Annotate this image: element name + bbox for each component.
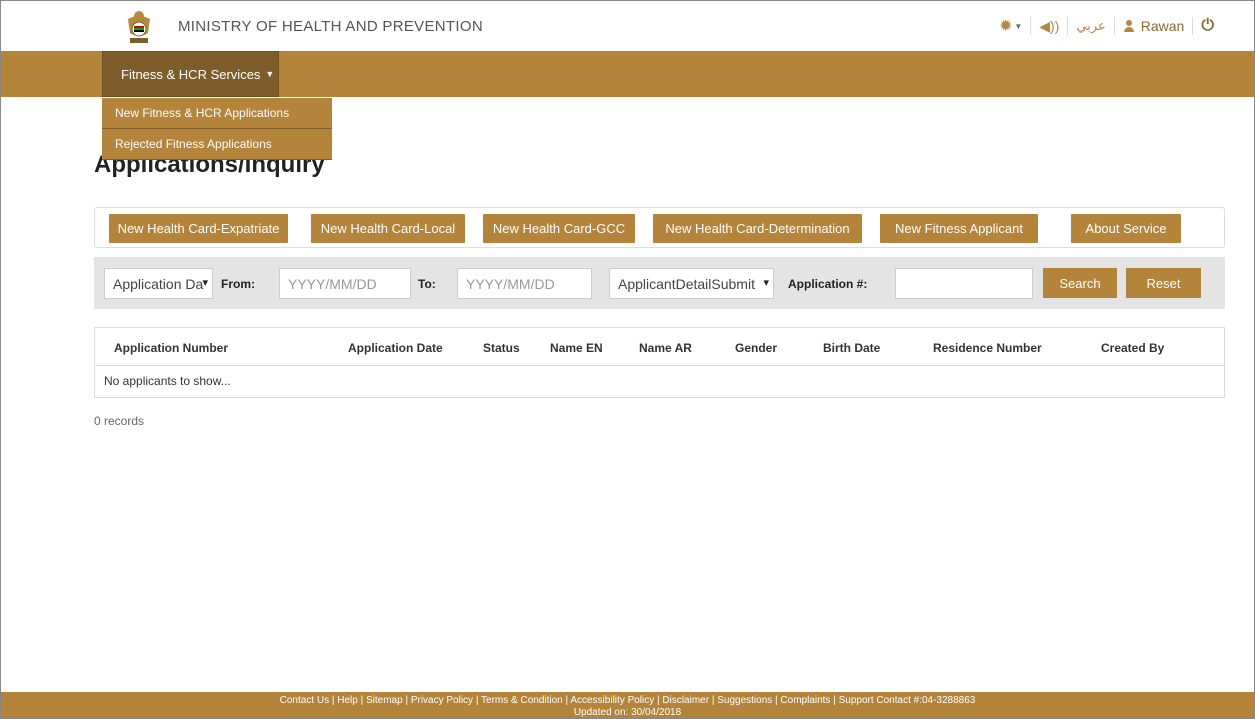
column-gender[interactable]: Gender xyxy=(735,341,777,355)
new-health-card-determination-button[interactable]: New Health Card-Determination xyxy=(653,214,862,243)
services-dropdown: New Fitness & HCR Applications Rejected … xyxy=(102,98,332,160)
column-created-by[interactable]: Created By xyxy=(1101,341,1164,355)
divider xyxy=(1030,17,1032,35)
date-type-value: Application Da xyxy=(113,275,204,292)
footer-links[interactable]: Contact Us | Help | Sitemap | Privacy Po… xyxy=(1,695,1254,706)
application-number-input[interactable] xyxy=(895,268,1033,299)
records-count: 0 records xyxy=(94,414,145,428)
footer: Contact Us | Help | Sitemap | Privacy Po… xyxy=(1,692,1254,718)
empty-table-message: No applicants to show... xyxy=(104,374,231,388)
column-application-date[interactable]: Application Date xyxy=(348,341,443,355)
to-label: To: xyxy=(418,277,436,291)
main-navbar: Fitness & HCR Services ▼ xyxy=(1,51,1254,97)
caret-down-icon: ▼ xyxy=(1014,21,1023,31)
fitness-hcr-services-menu[interactable]: Fitness & HCR Services ▼ xyxy=(102,51,279,97)
top-header: MINISTRY OF HEALTH AND PREVENTION ✹ ▼ ◀)… xyxy=(1,1,1254,51)
from-label: From: xyxy=(221,277,255,291)
power-icon[interactable]: ⏻ xyxy=(1201,17,1214,35)
divider xyxy=(1113,17,1115,35)
date-type-select[interactable]: Application Da xyxy=(104,268,213,299)
column-name-en[interactable]: Name EN xyxy=(550,341,603,355)
uae-emblem-logo xyxy=(128,11,150,43)
column-residence-number[interactable]: Residence Number xyxy=(933,341,1042,355)
table-header: Application Number Application Date Stat… xyxy=(95,328,1224,366)
menu-label: Fitness & HCR Services xyxy=(121,66,261,82)
ministry-name: MINISTRY OF HEALTH AND PREVENTION xyxy=(178,18,483,35)
reset-button[interactable]: Reset xyxy=(1126,268,1201,298)
gear-icon: ✹ xyxy=(998,18,1013,35)
column-status[interactable]: Status xyxy=(483,341,520,355)
column-application-number[interactable]: Application Number xyxy=(114,341,228,355)
language-toggle[interactable]: عربي xyxy=(1076,18,1105,34)
search-filter-bar: Application Da From: YYYY/MM/DD To: YYYY… xyxy=(94,257,1225,309)
status-value: ApplicantDetailSubmit xyxy=(618,275,755,292)
settings-menu[interactable]: ✹ ▼ xyxy=(999,16,1022,36)
menu-item-new-fitness-hcr[interactable]: New Fitness & HCR Applications xyxy=(102,98,332,129)
footer-updated: Updated on: 30/04/2018 xyxy=(573,707,682,718)
to-date-input[interactable]: YYYY/MM/DD xyxy=(457,268,592,299)
search-button[interactable]: Search xyxy=(1043,268,1117,298)
speaker-icon[interactable]: ◀)) xyxy=(1039,18,1059,35)
user-menu[interactable]: Rawan xyxy=(1123,18,1185,34)
new-fitness-applicant-button[interactable]: New Fitness Applicant xyxy=(880,214,1038,243)
divider xyxy=(1192,17,1194,35)
column-name-ar[interactable]: Name AR xyxy=(639,341,692,355)
applications-table: Application Number Application Date Stat… xyxy=(94,327,1225,398)
from-date-input[interactable]: YYYY/MM/DD xyxy=(279,268,411,299)
header-toolbar: ✹ ▼ ◀)) عربي Rawan ⏻ xyxy=(999,16,1214,36)
divider xyxy=(1067,17,1069,35)
about-service-button[interactable]: About Service xyxy=(1071,214,1181,243)
action-button-bar: New Health Card-Expatriate New Health Ca… xyxy=(94,207,1225,248)
menu-item-rejected-fitness[interactable]: Rejected Fitness Applications xyxy=(102,129,332,160)
new-health-card-expatriate-button[interactable]: New Health Card-Expatriate xyxy=(109,214,288,243)
new-health-card-local-button[interactable]: New Health Card-Local xyxy=(311,214,465,243)
user-icon xyxy=(1123,20,1135,32)
user-name: Rawan xyxy=(1140,18,1185,34)
column-birth-date[interactable]: Birth Date xyxy=(823,341,880,355)
application-number-label: Application #: xyxy=(788,277,868,291)
new-health-card-gcc-button[interactable]: New Health Card-GCC xyxy=(483,214,635,243)
caret-down-icon: ▼ xyxy=(265,69,275,79)
status-select[interactable]: ApplicantDetailSubmit xyxy=(609,268,774,299)
